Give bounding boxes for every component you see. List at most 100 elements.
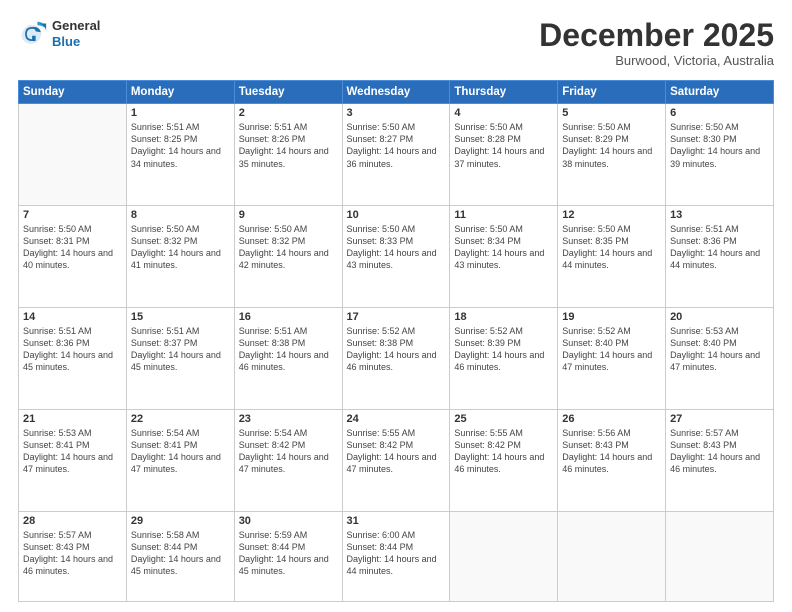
page: General Blue December 2025 Burwood, Vict… bbox=[0, 0, 792, 612]
calendar-cell: 22 Sunrise: 5:54 AM Sunset: 8:41 PM Dayli… bbox=[126, 409, 234, 511]
day-info: Sunrise: 5:51 AM Sunset: 8:37 PM Dayligh… bbox=[131, 325, 230, 374]
day-info: Sunrise: 5:51 AM Sunset: 8:38 PM Dayligh… bbox=[239, 325, 338, 374]
day-info: Sunrise: 5:50 AM Sunset: 8:34 PM Dayligh… bbox=[454, 223, 553, 272]
calendar-cell bbox=[558, 511, 666, 601]
calendar-header-sunday: Sunday bbox=[19, 81, 127, 104]
day-info: Sunrise: 5:53 AM Sunset: 8:40 PM Dayligh… bbox=[670, 325, 769, 374]
day-info: Sunrise: 5:50 AM Sunset: 8:31 PM Dayligh… bbox=[23, 223, 122, 272]
day-number: 15 bbox=[131, 311, 230, 323]
calendar-cell: 25Sunrise: 5:55 AM Sunset: 8:42 PM Dayli… bbox=[450, 409, 558, 511]
calendar-cell: 6 Sunrise: 5:50 AM Sunset: 8:30 PM Daylig… bbox=[666, 104, 774, 206]
calendar-header-tuesday: Tuesday bbox=[234, 81, 342, 104]
calendar-week-row: 1 Sunrise: 5:51 AM Sunset: 8:25 PM Daylig… bbox=[19, 104, 774, 206]
month-title: December 2025 bbox=[539, 18, 774, 53]
day-info: Sunrise: 5:51 AM Sunset: 8:25 PM Dayligh… bbox=[131, 121, 230, 170]
day-info: Sunrise: 5:51 AM Sunset: 8:26 PM Dayligh… bbox=[239, 121, 338, 170]
calendar-week-row: 28 Sunrise: 5:57 AM Sunset: 8:43 PM Dayli… bbox=[19, 511, 774, 601]
calendar-cell: 29Sunrise: 5:58 AM Sunset: 8:44 PM Dayli… bbox=[126, 511, 234, 601]
day-number: 17 bbox=[347, 311, 446, 323]
day-info: Sunrise: 5:57 AM Sunset: 8:43 PM Dayligh… bbox=[670, 427, 769, 476]
calendar-cell: 15 Sunrise: 5:51 AM Sunset: 8:37 PM Dayli… bbox=[126, 307, 234, 409]
day-info: Sunrise: 5:51 AM Sunset: 8:36 PM Dayligh… bbox=[670, 223, 769, 272]
day-number: 21 bbox=[23, 413, 122, 425]
calendar-cell: 7 Sunrise: 5:50 AM Sunset: 8:31 PM Daylig… bbox=[19, 206, 127, 308]
calendar-cell: 3Sunrise: 5:50 AM Sunset: 8:27 PM Daylig… bbox=[342, 104, 450, 206]
calendar-cell: 19 Sunrise: 5:52 AM Sunset: 8:40 PM Dayli… bbox=[558, 307, 666, 409]
logo-icon bbox=[18, 20, 48, 48]
calendar-cell: 5 Sunrise: 5:50 AM Sunset: 8:29 PM Daylig… bbox=[558, 104, 666, 206]
day-number: 8 bbox=[131, 209, 230, 221]
calendar-cell: 8 Sunrise: 5:50 AM Sunset: 8:32 PM Daylig… bbox=[126, 206, 234, 308]
day-number: 28 bbox=[23, 515, 122, 527]
calendar-week-row: 14 Sunrise: 5:51 AM Sunset: 8:36 PM Dayli… bbox=[19, 307, 774, 409]
calendar-cell: 27 Sunrise: 5:57 AM Sunset: 8:43 PM Dayli… bbox=[666, 409, 774, 511]
day-info: Sunrise: 5:59 AM Sunset: 8:44 PM Dayligh… bbox=[239, 529, 338, 578]
calendar-table: SundayMondayTuesdayWednesdayThursdayFrid… bbox=[18, 80, 774, 602]
day-number: 5 bbox=[562, 107, 661, 119]
calendar-cell: 1 Sunrise: 5:51 AM Sunset: 8:25 PM Daylig… bbox=[126, 104, 234, 206]
calendar-cell: 14 Sunrise: 5:51 AM Sunset: 8:36 PM Dayli… bbox=[19, 307, 127, 409]
day-number: 25 bbox=[454, 413, 553, 425]
calendar-cell: 24Sunrise: 5:55 AM Sunset: 8:42 PM Dayli… bbox=[342, 409, 450, 511]
day-number: 26 bbox=[562, 413, 661, 425]
calendar-header-wednesday: Wednesday bbox=[342, 81, 450, 104]
header: General Blue December 2025 Burwood, Vict… bbox=[18, 18, 774, 68]
day-info: Sunrise: 5:50 AM Sunset: 8:33 PM Dayligh… bbox=[347, 223, 446, 272]
calendar-cell: 9 Sunrise: 5:50 AM Sunset: 8:32 PM Daylig… bbox=[234, 206, 342, 308]
calendar-cell: 31 Sunrise: 6:00 AM Sunset: 8:44 PM Dayli… bbox=[342, 511, 450, 601]
day-number: 11 bbox=[454, 209, 553, 221]
calendar-cell bbox=[666, 511, 774, 601]
calendar-cell: 10 Sunrise: 5:50 AM Sunset: 8:33 PM Dayli… bbox=[342, 206, 450, 308]
calendar-cell: 13 Sunrise: 5:51 AM Sunset: 8:36 PM Dayli… bbox=[666, 206, 774, 308]
day-number: 31 bbox=[347, 515, 446, 527]
day-number: 19 bbox=[562, 311, 661, 323]
calendar-cell: 20 Sunrise: 5:53 AM Sunset: 8:40 PM Dayli… bbox=[666, 307, 774, 409]
day-number: 1 bbox=[131, 107, 230, 119]
day-number: 9 bbox=[239, 209, 338, 221]
day-number: 12 bbox=[562, 209, 661, 221]
day-number: 4 bbox=[454, 107, 553, 119]
calendar-header-thursday: Thursday bbox=[450, 81, 558, 104]
calendar-cell: 18Sunrise: 5:52 AM Sunset: 8:39 PM Dayli… bbox=[450, 307, 558, 409]
calendar-week-row: 21Sunrise: 5:53 AM Sunset: 8:41 PM Dayli… bbox=[19, 409, 774, 511]
day-info: Sunrise: 5:52 AM Sunset: 8:40 PM Dayligh… bbox=[562, 325, 661, 374]
day-number: 7 bbox=[23, 209, 122, 221]
day-info: Sunrise: 5:54 AM Sunset: 8:42 PM Dayligh… bbox=[239, 427, 338, 476]
day-info: Sunrise: 5:50 AM Sunset: 8:32 PM Dayligh… bbox=[131, 223, 230, 272]
calendar-header-row: SundayMondayTuesdayWednesdayThursdayFrid… bbox=[19, 81, 774, 104]
calendar-cell: 17Sunrise: 5:52 AM Sunset: 8:38 PM Dayli… bbox=[342, 307, 450, 409]
day-info: Sunrise: 5:50 AM Sunset: 8:30 PM Dayligh… bbox=[670, 121, 769, 170]
calendar-cell: 30Sunrise: 5:59 AM Sunset: 8:44 PM Dayli… bbox=[234, 511, 342, 601]
day-info: Sunrise: 5:50 AM Sunset: 8:27 PM Dayligh… bbox=[347, 121, 446, 170]
day-info: Sunrise: 5:51 AM Sunset: 8:36 PM Dayligh… bbox=[23, 325, 122, 374]
day-info: Sunrise: 5:56 AM Sunset: 8:43 PM Dayligh… bbox=[562, 427, 661, 476]
day-number: 14 bbox=[23, 311, 122, 323]
calendar-cell: 21Sunrise: 5:53 AM Sunset: 8:41 PM Dayli… bbox=[19, 409, 127, 511]
calendar-cell: 28 Sunrise: 5:57 AM Sunset: 8:43 PM Dayli… bbox=[19, 511, 127, 601]
day-info: Sunrise: 5:55 AM Sunset: 8:42 PM Dayligh… bbox=[347, 427, 446, 476]
day-number: 22 bbox=[131, 413, 230, 425]
logo: General Blue bbox=[18, 18, 100, 49]
calendar-cell: 23 Sunrise: 5:54 AM Sunset: 8:42 PM Dayli… bbox=[234, 409, 342, 511]
logo-line2: Blue bbox=[52, 34, 80, 49]
location: Burwood, Victoria, Australia bbox=[539, 53, 774, 68]
day-info: Sunrise: 5:50 AM Sunset: 8:32 PM Dayligh… bbox=[239, 223, 338, 272]
calendar-header-monday: Monday bbox=[126, 81, 234, 104]
day-number: 10 bbox=[347, 209, 446, 221]
logo-text: General Blue bbox=[52, 18, 100, 49]
day-number: 13 bbox=[670, 209, 769, 221]
day-info: Sunrise: 5:50 AM Sunset: 8:29 PM Dayligh… bbox=[562, 121, 661, 170]
day-number: 27 bbox=[670, 413, 769, 425]
day-number: 18 bbox=[454, 311, 553, 323]
day-number: 6 bbox=[670, 107, 769, 119]
calendar-cell: 16 Sunrise: 5:51 AM Sunset: 8:38 PM Dayli… bbox=[234, 307, 342, 409]
day-number: 2 bbox=[239, 107, 338, 119]
day-number: 20 bbox=[670, 311, 769, 323]
day-number: 16 bbox=[239, 311, 338, 323]
logo-line1: General bbox=[52, 18, 100, 34]
day-info: Sunrise: 5:58 AM Sunset: 8:44 PM Dayligh… bbox=[131, 529, 230, 578]
day-info: Sunrise: 6:00 AM Sunset: 8:44 PM Dayligh… bbox=[347, 529, 446, 578]
day-number: 23 bbox=[239, 413, 338, 425]
day-info: Sunrise: 5:54 AM Sunset: 8:41 PM Dayligh… bbox=[131, 427, 230, 476]
day-info: Sunrise: 5:57 AM Sunset: 8:43 PM Dayligh… bbox=[23, 529, 122, 578]
